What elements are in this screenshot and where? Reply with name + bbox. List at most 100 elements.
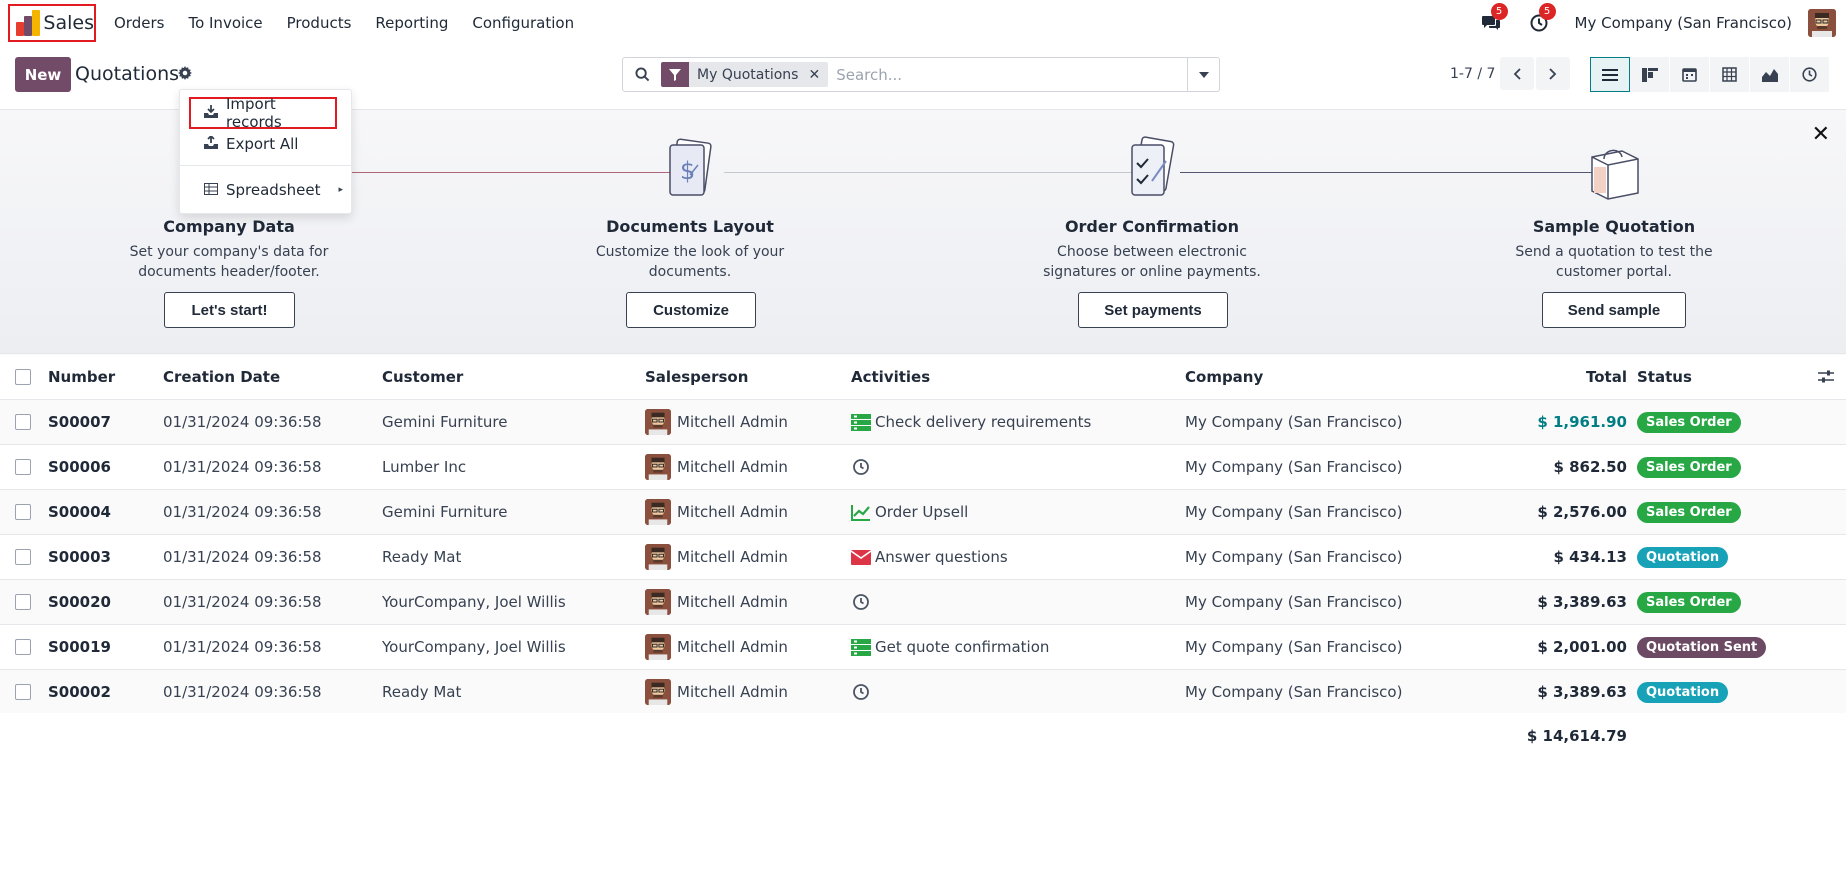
list-view-icon[interactable] bbox=[1590, 57, 1630, 92]
lets-start-button[interactable]: Let's start! bbox=[164, 292, 295, 328]
view-switcher bbox=[1590, 57, 1830, 92]
column-customer[interactable]: Customer bbox=[382, 355, 463, 399]
status-badge: Quotation bbox=[1637, 546, 1729, 568]
graph-view-icon[interactable] bbox=[1750, 57, 1790, 92]
activity[interactable] bbox=[851, 445, 875, 489]
creation-date: 01/31/2024 09:36:58 bbox=[163, 638, 322, 656]
order-number: S00002 bbox=[48, 683, 111, 701]
app-name: Sales bbox=[43, 12, 94, 34]
order-total: $ 434.13 bbox=[1553, 548, 1627, 566]
table-row[interactable]: S00003 01/31/2024 09:36:58 Ready Mat Mitche… bbox=[0, 535, 1846, 580]
salesperson-avatar bbox=[645, 679, 671, 705]
new-button[interactable]: New bbox=[15, 57, 71, 92]
column-salesperson[interactable]: Salesperson bbox=[645, 355, 748, 399]
kanban-view-icon[interactable] bbox=[1630, 57, 1670, 92]
row-checkbox[interactable] bbox=[15, 414, 31, 430]
menu-reporting[interactable]: Reporting bbox=[375, 14, 448, 32]
remove-facet-icon[interactable]: ✕ bbox=[806, 62, 829, 87]
activity[interactable]: Check delivery requirements bbox=[851, 400, 1091, 444]
status-badge: Sales Order bbox=[1637, 501, 1741, 523]
table-row[interactable]: S00002 01/31/2024 09:36:58 Ready Mat Mitche… bbox=[0, 670, 1846, 715]
chat-count-badge: 5 bbox=[1490, 3, 1508, 20]
column-total[interactable]: Total bbox=[1500, 355, 1627, 399]
column-company[interactable]: Company bbox=[1185, 355, 1263, 399]
row-checkbox[interactable] bbox=[15, 684, 31, 700]
close-onboarding-icon[interactable]: ✕ bbox=[1812, 122, 1830, 147]
activity[interactable]: Answer questions bbox=[851, 535, 1008, 579]
column-status[interactable]: Status bbox=[1637, 355, 1692, 399]
table-row[interactable]: S00019 01/31/2024 09:36:58 YourCompany, Jo… bbox=[0, 625, 1846, 670]
activity[interactable]: Get quote confirmation bbox=[851, 625, 1049, 669]
menu-products[interactable]: Products bbox=[287, 14, 352, 32]
export-all-item[interactable]: Export All bbox=[180, 130, 351, 158]
table-row[interactable]: S00006 01/31/2024 09:36:58 Lumber Inc Mitch… bbox=[0, 445, 1846, 490]
pager-value[interactable]: 1-7 / 7 bbox=[1450, 66, 1495, 82]
table-row[interactable]: S00020 01/31/2024 09:36:58 YourCompany, Jo… bbox=[0, 580, 1846, 625]
user-avatar[interactable] bbox=[1808, 9, 1836, 37]
table-row[interactable]: S00004 01/31/2024 09:36:58 Gemini Furnitur… bbox=[0, 490, 1846, 535]
search-input[interactable] bbox=[836, 65, 1187, 84]
customize-button[interactable]: Customize bbox=[626, 292, 756, 328]
envelope-icon[interactable] bbox=[851, 548, 871, 566]
pager-next-button[interactable] bbox=[1536, 57, 1570, 90]
chart-line-icon[interactable] bbox=[851, 503, 871, 521]
order-number: S00003 bbox=[48, 548, 111, 566]
order-number: S00020 bbox=[48, 593, 111, 611]
status-badge: Quotation bbox=[1637, 681, 1729, 703]
order-total: $ 2,576.00 bbox=[1537, 503, 1627, 521]
menu-to-invoice[interactable]: To Invoice bbox=[188, 14, 262, 32]
step-title: Documents Layout bbox=[606, 217, 774, 236]
activity-view-icon[interactable] bbox=[1790, 57, 1830, 92]
import-records-item[interactable]: Import records bbox=[189, 95, 337, 131]
company-switcher[interactable]: My Company (San Francisco) bbox=[1575, 14, 1792, 32]
column-activities[interactable]: Activities bbox=[851, 355, 930, 399]
salesperson-avatar bbox=[645, 409, 671, 435]
activity-clock-icon[interactable]: 5 bbox=[1527, 3, 1556, 35]
spreadsheet-item[interactable]: Spreadsheet bbox=[180, 176, 351, 204]
search-options-toggle[interactable] bbox=[1187, 58, 1219, 91]
app-brand[interactable]: Sales bbox=[8, 4, 96, 42]
set-payments-button[interactable]: Set payments bbox=[1078, 292, 1228, 328]
column-creation-date[interactable]: Creation Date bbox=[163, 355, 280, 399]
company-name: My Company (San Francisco) bbox=[1185, 548, 1403, 566]
search-icon[interactable] bbox=[623, 67, 661, 82]
table-row[interactable]: S00007 01/31/2024 09:36:58 Gemini Furnitur… bbox=[0, 400, 1846, 445]
chat-icon[interactable]: 5 bbox=[1479, 3, 1508, 35]
gear-icon[interactable] bbox=[178, 66, 194, 82]
salesperson: Mitchell Admin bbox=[645, 400, 788, 444]
row-checkbox[interactable] bbox=[15, 504, 31, 520]
tasks-icon[interactable] bbox=[851, 638, 871, 656]
pager-previous-button[interactable] bbox=[1500, 57, 1534, 90]
activity[interactable]: Order Upsell bbox=[851, 490, 968, 534]
tasks-icon[interactable] bbox=[851, 413, 871, 431]
salesperson: Mitchell Admin bbox=[645, 625, 788, 669]
order-number: S00007 bbox=[48, 413, 111, 431]
row-checkbox[interactable] bbox=[15, 639, 31, 655]
column-number[interactable]: Number bbox=[48, 355, 115, 399]
step-description: Customize the look of your documents. bbox=[595, 244, 785, 280]
clock-icon[interactable] bbox=[851, 458, 871, 476]
activity-summary: Order Upsell bbox=[875, 503, 969, 521]
salesperson-name: Mitchell Admin bbox=[677, 638, 788, 656]
activity[interactable] bbox=[851, 670, 875, 714]
pivot-view-icon[interactable] bbox=[1710, 57, 1750, 92]
calendar-view-icon[interactable] bbox=[1670, 57, 1710, 92]
row-checkbox[interactable] bbox=[15, 594, 31, 610]
select-all-checkbox[interactable] bbox=[15, 369, 31, 385]
row-checkbox[interactable] bbox=[15, 549, 31, 565]
clock-icon[interactable] bbox=[851, 593, 871, 611]
menu-orders[interactable]: Orders bbox=[114, 14, 164, 32]
download-icon bbox=[204, 104, 218, 122]
optional-columns-icon[interactable] bbox=[1818, 355, 1834, 399]
row-checkbox[interactable] bbox=[15, 459, 31, 475]
table-icon bbox=[204, 181, 218, 199]
activity[interactable] bbox=[851, 580, 875, 624]
activity-count-badge: 5 bbox=[1538, 3, 1556, 20]
top-navbar: Sales Orders To Invoice Products Reporti… bbox=[0, 0, 1846, 46]
progress-line bbox=[1180, 172, 1600, 173]
status-cell: Quotation bbox=[1637, 670, 1729, 714]
menu-configuration[interactable]: Configuration bbox=[472, 14, 574, 32]
send-sample-button[interactable]: Send sample bbox=[1542, 292, 1686, 328]
clock-icon[interactable] bbox=[851, 683, 871, 701]
order-total: $ 2,001.00 bbox=[1537, 638, 1627, 656]
